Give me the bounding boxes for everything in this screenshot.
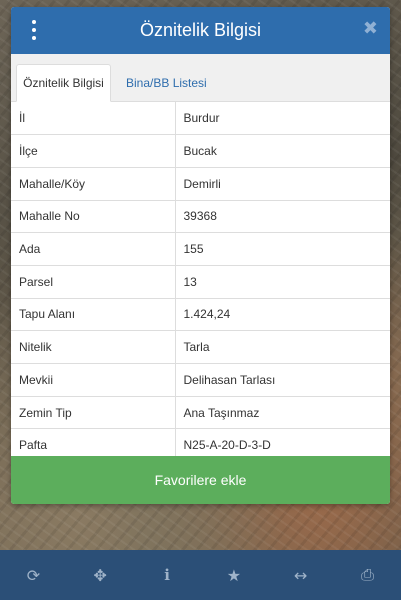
bottom-toolbar: ⟳ ✥ i ★ ↔ ⎙ — [0, 550, 401, 600]
print-icon[interactable]: ⎙ — [348, 550, 388, 600]
attribute-value: 155 — [175, 232, 390, 266]
attribute-key: Tapu Alanı — [11, 298, 176, 332]
measure-icon[interactable]: ↔ — [281, 550, 321, 600]
attribute-value: Ana Taşınmaz — [175, 396, 390, 430]
attribute-value: Bucak — [175, 134, 390, 168]
attribute-key: Ada — [11, 232, 176, 266]
table-row: Tapu Alanı 1.424,24 — [11, 298, 390, 332]
table-row: İlçe Bucak — [11, 134, 390, 168]
attribute-value: 13 — [175, 265, 390, 299]
tab-building-list[interactable]: Bina/BB Listesi — [114, 64, 219, 102]
table-row: İl Burdur — [11, 102, 390, 136]
attribute-value: Burdur — [175, 102, 390, 136]
attribute-value: Demirli — [175, 167, 390, 201]
panel-header: Öznitelik Bilgisi ✖ — [11, 7, 390, 54]
attribute-panel: Öznitelik Bilgisi ✖ Öznitelik Bilgisi Bi… — [11, 7, 390, 504]
attribute-key: Mahalle/Köy — [11, 167, 176, 201]
attribute-value: 1.424,24 — [175, 298, 390, 332]
crosshair-icon[interactable]: ✥ — [80, 550, 120, 600]
attribute-key: Parsel — [11, 265, 176, 299]
attribute-key: İl — [11, 102, 176, 136]
attribute-value: 39368 — [175, 200, 390, 234]
attribute-value: Delihasan Tarlası — [175, 363, 390, 397]
attribute-key: Nitelik — [11, 330, 176, 364]
attribute-value: Tarla — [175, 330, 390, 364]
attribute-key: Mahalle No — [11, 200, 176, 234]
table-row: Zemin Tip Ana Taşınmaz — [11, 396, 390, 430]
table-row: Mahalle No 39368 — [11, 200, 390, 234]
add-favorite-button[interactable]: Favorilere ekle — [11, 456, 390, 504]
star-icon[interactable]: ★ — [214, 550, 254, 600]
info-icon[interactable]: i — [147, 550, 187, 600]
table-row: Ada 155 — [11, 232, 390, 266]
tab-bar: Öznitelik Bilgisi Bina/BB Listesi — [11, 54, 390, 102]
attribute-table: İl Burdur İlçe Bucak Mahalle/Köy Demirli Mahal… — [11, 102, 390, 463]
table-row: Mahalle/Köy Demirli — [11, 167, 390, 201]
table-row: Nitelik Tarla — [11, 330, 390, 364]
refresh-icon[interactable]: ⟳ — [13, 550, 53, 600]
attribute-key: Zemin Tip — [11, 396, 176, 430]
more-options-icon[interactable] — [27, 20, 41, 40]
attribute-key: İlçe — [11, 134, 176, 168]
close-icon[interactable]: ✖ — [363, 18, 378, 39]
tab-attribute-info[interactable]: Öznitelik Bilgisi — [16, 64, 111, 102]
attribute-key: Mevkii — [11, 363, 176, 397]
table-row: Mevkii Delihasan Tarlası — [11, 363, 390, 397]
panel-title: Öznitelik Bilgisi — [139, 20, 262, 40]
table-row: Parsel 13 — [11, 265, 390, 299]
